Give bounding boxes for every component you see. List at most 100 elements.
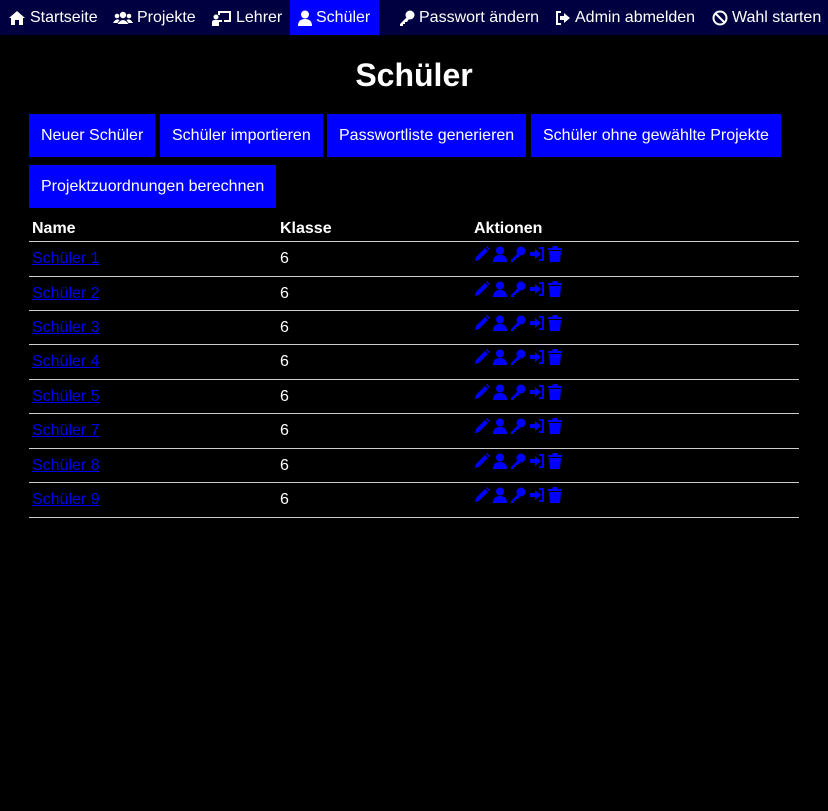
ban-icon	[712, 10, 728, 25]
column-header-actions: Aktionen	[474, 220, 543, 237]
user-icon[interactable]	[493, 418, 507, 434]
pencil-icon[interactable]	[474, 418, 490, 434]
nav-students[interactable]: Schüler	[290, 0, 379, 35]
student-name-link[interactable]: Schüler 8	[32, 457, 100, 475]
student-class: 6	[280, 491, 289, 508]
sign-in-icon[interactable]	[529, 281, 545, 297]
sign-in-icon[interactable]	[529, 453, 545, 469]
sign-in-icon[interactable]	[529, 384, 545, 400]
users-icon	[113, 11, 133, 24]
sign-in-icon[interactable]	[529, 246, 545, 262]
key-icon[interactable]	[510, 487, 526, 503]
student-class: 6	[280, 422, 289, 439]
pencil-icon[interactable]	[474, 349, 490, 365]
trash-icon[interactable]	[548, 349, 562, 365]
home-icon	[9, 10, 25, 25]
pencil-icon[interactable]	[474, 453, 490, 469]
key-icon	[400, 10, 415, 26]
key-icon[interactable]	[510, 384, 526, 400]
generate-password-list-button[interactable]: Passwortliste generieren	[327, 114, 527, 157]
chalkboard-teacher-icon	[212, 10, 231, 26]
student-class: 6	[280, 353, 289, 370]
key-icon[interactable]	[510, 453, 526, 469]
student-class: 6	[280, 319, 289, 336]
trash-icon[interactable]	[548, 246, 562, 262]
user-icon	[298, 10, 312, 26]
nav-start-vote[interactable]: Wahl starten	[712, 0, 821, 35]
student-class: 6	[280, 285, 289, 302]
table-row: Schüler 4 6	[29, 344, 799, 380]
student-name-link[interactable]: Schüler 1	[32, 250, 100, 268]
table-row: Schüler 1 6	[29, 241, 799, 277]
nav-students-label: Schüler	[316, 8, 371, 26]
sign-in-icon[interactable]	[529, 349, 545, 365]
nav-change-password[interactable]: Passwort ändern	[399, 0, 539, 35]
table-row: Schüler 3 6	[29, 310, 799, 345]
nav-teachers-label: Lehrer	[236, 8, 283, 26]
user-icon[interactable]	[493, 384, 507, 400]
column-header-name: Name	[32, 220, 76, 237]
sign-in-icon[interactable]	[529, 487, 545, 503]
user-icon[interactable]	[493, 453, 507, 469]
top-navigation: Startseite Projekte Lehrer Schüler Passw…	[0, 0, 828, 35]
key-icon[interactable]	[510, 349, 526, 365]
row-actions	[474, 418, 562, 434]
pencil-icon[interactable]	[474, 384, 490, 400]
student-class: 6	[280, 250, 289, 267]
student-name-link[interactable]: Schüler 9	[32, 491, 100, 509]
key-icon[interactable]	[510, 246, 526, 262]
nav-teachers[interactable]: Lehrer	[212, 0, 282, 35]
student-name-link[interactable]: Schüler 4	[32, 353, 100, 371]
page-title: Schüler	[355, 57, 473, 93]
table-row: Schüler 8 6	[29, 448, 799, 483]
key-icon[interactable]	[510, 418, 526, 434]
new-student-button[interactable]: Neuer Schüler	[29, 114, 156, 157]
key-icon[interactable]	[510, 315, 526, 331]
import-students-button[interactable]: Schüler importieren	[160, 114, 323, 157]
nav-home-label: Startseite	[30, 8, 98, 26]
trash-icon[interactable]	[548, 315, 562, 331]
student-name-link[interactable]: Schüler 2	[32, 285, 100, 303]
key-icon[interactable]	[510, 281, 526, 297]
student-class: 6	[280, 457, 289, 474]
row-actions	[474, 384, 562, 400]
user-icon[interactable]	[493, 349, 507, 365]
trash-icon[interactable]	[548, 418, 562, 434]
table-row: Schüler 7 6	[29, 413, 799, 449]
user-icon[interactable]	[493, 246, 507, 262]
trash-icon[interactable]	[548, 453, 562, 469]
students-without-projects-button[interactable]: Schüler ohne gewählte Projekte	[531, 114, 781, 157]
row-actions	[474, 246, 562, 262]
trash-icon[interactable]	[548, 384, 562, 400]
sign-in-icon[interactable]	[529, 315, 545, 331]
pencil-icon[interactable]	[474, 315, 490, 331]
calculate-assignments-button[interactable]: Projektzuordnungen berechnen	[29, 165, 277, 208]
nav-start-vote-label: Wahl starten	[732, 8, 822, 26]
table-row: Schüler 9 6	[29, 482, 799, 518]
nav-projects[interactable]: Projekte	[113, 0, 196, 35]
row-actions	[474, 315, 562, 331]
user-icon[interactable]	[493, 281, 507, 297]
table-row: Schüler 2 6	[29, 276, 799, 311]
trash-icon[interactable]	[548, 487, 562, 503]
user-icon[interactable]	[493, 487, 507, 503]
user-icon[interactable]	[493, 315, 507, 331]
column-header-class: Klasse	[280, 220, 332, 237]
student-class: 6	[280, 388, 289, 405]
row-actions	[474, 453, 562, 469]
pencil-icon[interactable]	[474, 246, 490, 262]
nav-change-password-label: Passwort ändern	[419, 8, 540, 26]
student-name-link[interactable]: Schüler 5	[32, 388, 100, 406]
pencil-icon[interactable]	[474, 281, 490, 297]
sign-in-icon[interactable]	[529, 418, 545, 434]
trash-icon[interactable]	[548, 281, 562, 297]
student-name-link[interactable]: Schüler 7	[32, 422, 100, 440]
row-actions	[474, 487, 562, 503]
pencil-icon[interactable]	[474, 487, 490, 503]
row-actions	[474, 349, 562, 365]
student-name-link[interactable]: Schüler 3	[32, 319, 100, 337]
row-actions	[474, 281, 562, 297]
nav-admin-logout[interactable]: Admin abmelden	[555, 0, 695, 35]
nav-home[interactable]: Startseite	[8, 0, 98, 35]
nav-projects-label: Projekte	[137, 8, 196, 26]
